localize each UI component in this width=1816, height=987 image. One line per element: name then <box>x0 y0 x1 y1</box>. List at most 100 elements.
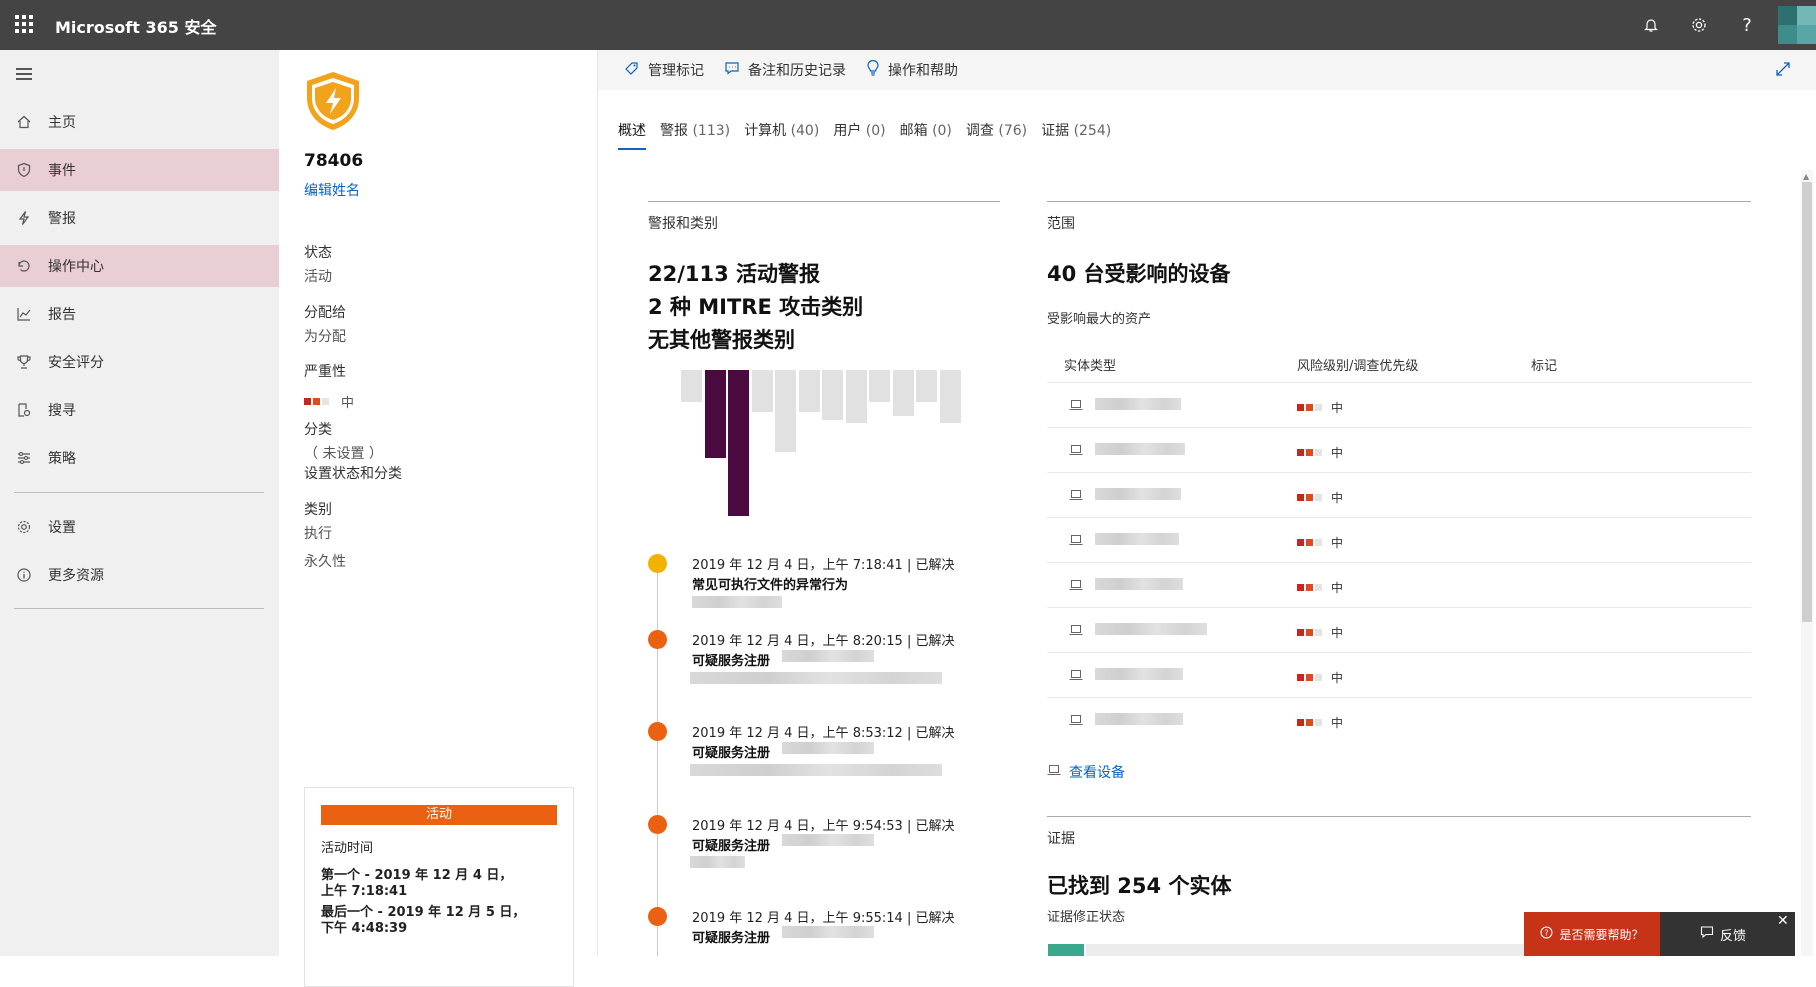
timeline-dot <box>648 815 667 834</box>
app-title[interactable]: Microsoft 365 安全 <box>55 14 216 38</box>
col-tags[interactable]: 标记 <box>1531 355 1557 374</box>
feedback-button[interactable]: 反馈 <box>1700 912 1746 956</box>
risk-level-value: 中 <box>1331 491 1344 505</box>
nav-item-settings[interactable]: 设置 <box>0 506 279 548</box>
avatar[interactable] <box>1778 6 1816 44</box>
mitre-categories: 2 种 MITRE 攻击类别 <box>648 295 864 319</box>
nav-item-reports[interactable]: 报告 <box>0 293 279 335</box>
manage-tags-button[interactable]: 管理标记 <box>624 50 704 90</box>
nav-item-incidents[interactable]: 事件 <box>0 149 279 191</box>
info-icon <box>15 566 33 584</box>
timeline-alert-title[interactable]: 可疑服务注册 <box>692 742 770 761</box>
table-row[interactable]: 中 <box>1047 382 1751 427</box>
redacted-text <box>782 650 874 662</box>
table-row[interactable]: 中 <box>1047 697 1751 742</box>
nav-item-action-center[interactable]: 操作中心 <box>0 245 279 287</box>
risk-level-value: 中 <box>1331 401 1344 415</box>
risk-level-value: 中 <box>1331 446 1344 460</box>
table-row[interactable]: 中 <box>1047 652 1751 697</box>
evidence-section-label: 证据 <box>1047 831 1075 847</box>
tab-alerts[interactable]: 警报 (113) <box>660 120 730 150</box>
chart-bar[interactable] <box>822 370 843 420</box>
table-row[interactable]: 中 <box>1047 607 1751 652</box>
actions-help-button[interactable]: 操作和帮助 <box>866 50 958 90</box>
chart-bar[interactable] <box>869 370 890 402</box>
set-status-link[interactable]: 设置状态和分类 <box>304 463 402 483</box>
edit-name-link[interactable]: 编辑姓名 <box>304 180 360 200</box>
timeline-alert-title[interactable]: 可疑服务注册 <box>692 927 770 946</box>
help-icon[interactable]: ? <box>1736 14 1758 36</box>
tab-overview[interactable]: 概述 <box>618 120 646 150</box>
scrollbar[interactable]: ▲ <box>1801 170 1813 956</box>
tab-investigations[interactable]: 调查 (76) <box>966 120 1027 150</box>
section-divider <box>1047 816 1751 817</box>
redacted-device-name <box>1095 578 1183 590</box>
tab-evidence[interactable]: 证据 (254) <box>1041 120 1111 150</box>
nav-item-home[interactable]: 主页 <box>0 101 279 143</box>
chart-bar[interactable] <box>916 370 937 402</box>
tab-mailboxes[interactable]: 邮箱 (0) <box>900 120 952 150</box>
timeline-dot <box>648 907 667 926</box>
chart-bar[interactable] <box>704 370 726 458</box>
tab-users[interactable]: 用户 (0) <box>833 120 885 150</box>
nav-item-more-resources[interactable]: 更多资源 <box>0 554 279 596</box>
timeline-alert-title[interactable]: 可疑服务注册 <box>692 835 770 854</box>
timeline-line <box>657 570 658 956</box>
lightning-icon <box>15 209 33 227</box>
chart-bar[interactable] <box>892 370 914 416</box>
hamburger-icon[interactable] <box>16 68 32 83</box>
status-value: 活动 <box>304 269 332 285</box>
category-value: 永久性 <box>304 554 346 570</box>
chart-bar[interactable] <box>939 370 961 423</box>
nav-item-label: 主页 <box>48 115 76 131</box>
table-row[interactable]: 中 <box>1047 517 1751 562</box>
chart-bar[interactable] <box>751 370 773 412</box>
question-circle-icon: ? <box>1540 926 1553 942</box>
need-help-button[interactable]: ? 是否需要帮助？ <box>1524 912 1660 956</box>
alert-category-chart <box>681 366 965 516</box>
col-entity-type[interactable]: 实体类型 <box>1064 355 1116 374</box>
chart-bar[interactable] <box>775 370 796 452</box>
risk-level-indicator: 中 <box>1297 669 1343 686</box>
nav-item-policies[interactable]: 策略 <box>0 437 279 479</box>
timeline-alert-title[interactable]: 可疑服务注册 <box>692 650 770 669</box>
close-icon[interactable]: ✕ <box>1777 913 1789 929</box>
chart-bar[interactable] <box>728 370 749 516</box>
nav-item-label: 操作中心 <box>48 259 104 275</box>
bell-icon[interactable] <box>1640 14 1662 36</box>
risk-level-value: 中 <box>1331 671 1344 685</box>
nav-item-secure-score[interactable]: 安全评分 <box>0 341 279 383</box>
table-row[interactable]: 中 <box>1047 562 1751 607</box>
chart-bar[interactable] <box>845 370 867 423</box>
laptop-icon <box>1069 399 1083 415</box>
active-alerts-count: 22/113 活动警报 <box>648 262 821 286</box>
nav-item-hunting[interactable]: 搜寻 <box>0 389 279 431</box>
history-icon <box>15 257 33 275</box>
view-devices-link[interactable]: 查看设备 <box>1047 762 1125 782</box>
chart-bar[interactable] <box>681 370 702 402</box>
expand-icon[interactable] <box>1774 60 1792 82</box>
risk-level-value: 中 <box>1331 536 1344 550</box>
tab-machines[interactable]: 计算机 (40) <box>744 120 819 150</box>
other-categories: 无其他警报类别 <box>648 328 795 352</box>
redacted-device-name <box>1095 623 1207 635</box>
nav-divider <box>14 608 264 609</box>
evidence-title: 已找到 254 个实体 <box>1047 874 1232 898</box>
timeline-date: 2019 年 12 月 4 日，上午 8:20:15 | 已解决 <box>692 634 955 649</box>
timeline-date: 2019 年 12 月 4 日，上午 9:54:53 | 已解决 <box>692 819 955 834</box>
table-row[interactable]: 中 <box>1047 472 1751 517</box>
timeline-date: 2019 年 12 月 4 日，上午 8:53:12 | 已解决 <box>692 726 955 741</box>
table-row[interactable]: 中 <box>1047 427 1751 472</box>
app-launcher-icon[interactable] <box>13 13 35 35</box>
incident-id: 78406 <box>304 151 364 171</box>
redacted-text <box>692 596 782 608</box>
nav-item-alerts[interactable]: 警报 <box>0 197 279 239</box>
chart-bar[interactable] <box>798 370 820 412</box>
scrollbar-thumb[interactable] <box>1802 182 1812 622</box>
timeline-alert-title[interactable]: 常见可执行文件的异常行为 <box>692 574 848 593</box>
nav-item-label: 事件 <box>48 163 76 179</box>
col-risk-level[interactable]: 风险级别/调查优先级 <box>1297 355 1418 374</box>
risk-level-indicator: 中 <box>1297 714 1343 731</box>
comments-history-button[interactable]: 备注和历史记录 <box>724 50 846 90</box>
gear-icon[interactable] <box>1688 14 1710 36</box>
